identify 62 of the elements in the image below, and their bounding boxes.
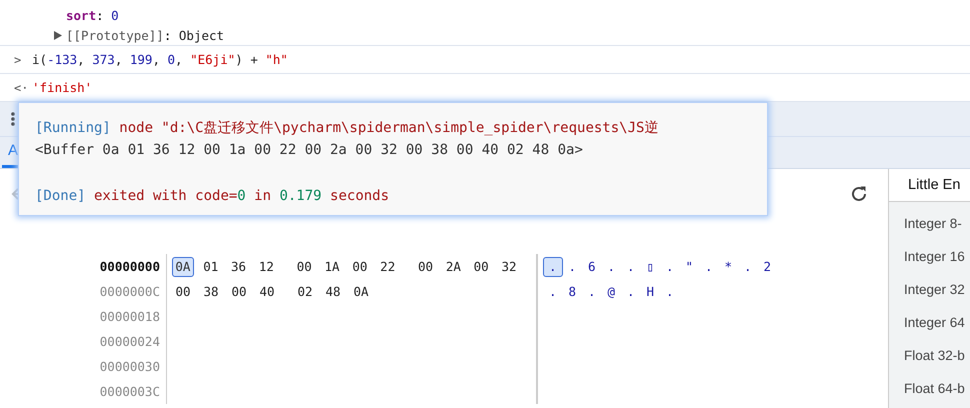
value-type-label: Float 32-b (903, 347, 966, 365)
value-type-label: Float 64-b (903, 380, 966, 398)
ascii-char[interactable]: * (718, 256, 738, 276)
ascii-char[interactable]: @ (602, 282, 621, 302)
hex-byte[interactable]: 00 (172, 282, 194, 302)
ascii-char[interactable]: H (640, 282, 660, 302)
hex-byte[interactable]: 00 (414, 256, 436, 276)
expand-triangle-icon[interactable] (54, 30, 62, 40)
object-property: sort: 0 (66, 8, 119, 22)
result-prompt-icon: <· (14, 80, 24, 94)
object-property: [[Prototype]]: Object (66, 28, 224, 42)
value-type-label: Integer 64 (903, 314, 966, 332)
more-options-icon[interactable] (10, 111, 16, 127)
prompt-icon: > (14, 52, 24, 66)
hex-byte[interactable]: 38 (200, 282, 222, 302)
endianness-select[interactable]: Little En (889, 169, 970, 202)
offset-label: 00000000 (98, 259, 161, 274)
hex-byte[interactable]: 48 (322, 282, 344, 302)
ascii-char[interactable]: ▯ (640, 256, 660, 276)
hex-byte[interactable]: 00 (228, 282, 250, 302)
output-line: <Buffer 0a 01 36 12 00 1a 00 22 00 2a 00 32 00 38 00 40 02 48 0a> (35, 141, 584, 160)
hex-byte[interactable]: 00 (470, 256, 492, 276)
ascii-char[interactable]: . (699, 256, 718, 276)
hex-byte[interactable]: 40 (256, 282, 278, 302)
ascii-char[interactable]: 2 (758, 256, 777, 276)
value-type-label: Integer 8- (903, 215, 963, 233)
hex-byte[interactable]: 12 (255, 256, 278, 276)
ascii-char[interactable]: 8 (562, 282, 582, 302)
offset-label: 0000000C (98, 284, 161, 299)
hex-byte[interactable]: 0A (172, 256, 194, 276)
value-type-label: Integer 16 (903, 248, 966, 266)
offset-label: 0000003C (98, 384, 161, 399)
console-input[interactable]: i(-133, 373, 199, 0, "E6ji") + "h" (32, 52, 288, 67)
offset-label: 00000018 (98, 309, 161, 324)
offset-label: 00000030 (98, 359, 161, 374)
ascii-char[interactable]: . (582, 282, 602, 302)
hex-byte[interactable]: 00 (293, 256, 316, 276)
ascii-char[interactable]: . (660, 282, 680, 302)
ascii-char[interactable]: . (621, 256, 640, 276)
hex-byte[interactable]: 32 (498, 256, 520, 276)
hex-byte[interactable]: 02 (294, 282, 316, 302)
hex-byte[interactable]: 2A (442, 256, 464, 276)
ascii-char[interactable]: . (738, 256, 758, 276)
hex-byte[interactable]: 0A (350, 282, 372, 302)
hex-byte[interactable]: 00 (348, 256, 371, 276)
hex-byte[interactable]: 22 (376, 256, 399, 276)
ascii-char[interactable]: " (680, 256, 699, 276)
ascii-char[interactable]: . (562, 256, 582, 276)
offset-label: 00000024 (98, 334, 161, 349)
hex-byte[interactable]: 36 (228, 256, 250, 276)
ascii-char[interactable]: . (660, 256, 680, 276)
output-line: [Running] node "d:\C盘迁移文件\pycharm\spiderman\simple_spider\requests\JS逆 (35, 119, 660, 138)
ascii-char[interactable]: 6 (582, 256, 602, 276)
ascii-char[interactable]: . (621, 282, 640, 302)
ascii-char[interactable]: . (543, 282, 562, 302)
hex-byte[interactable]: 1A (321, 256, 343, 276)
ascii-char[interactable]: . (602, 256, 621, 276)
console-result: 'finish' (32, 80, 92, 95)
output-line: [Done] exited with code=0 in 0.179 seconds (35, 187, 390, 206)
ascii-char[interactable]: . (543, 256, 562, 276)
hex-byte[interactable]: 01 (200, 256, 222, 276)
value-type-label: Integer 32 (903, 281, 966, 299)
